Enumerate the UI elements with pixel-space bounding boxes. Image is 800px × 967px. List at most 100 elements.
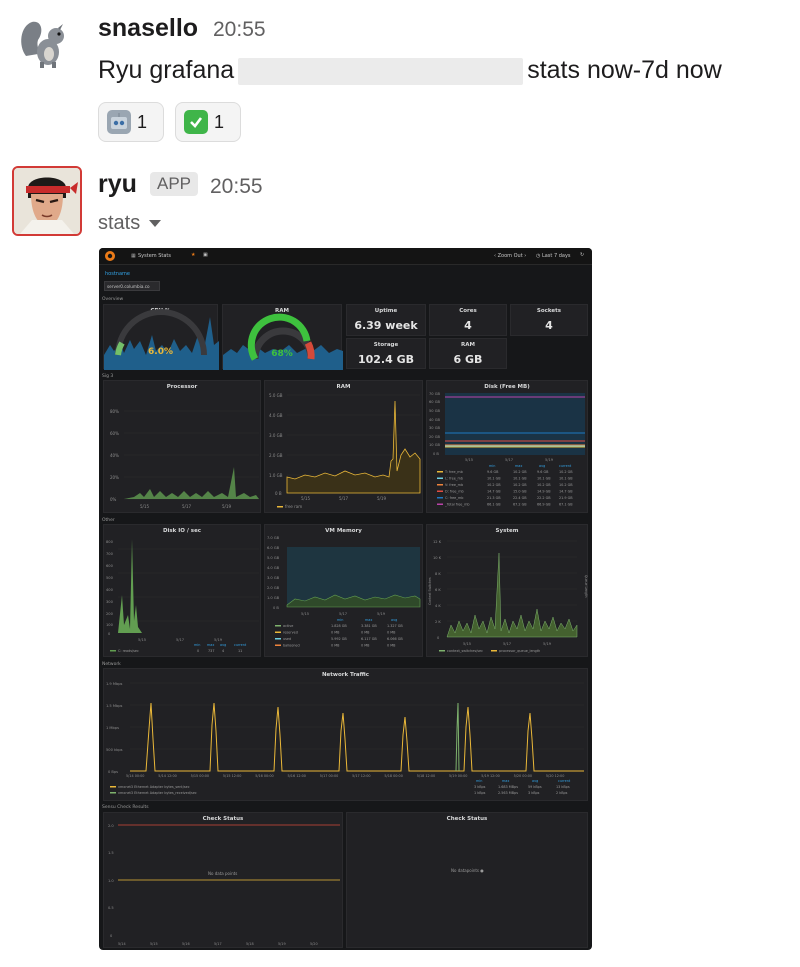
row-header-overview[interactable]: Overview: [102, 297, 123, 302]
legend-value: 10.1 GB: [487, 477, 501, 481]
panel-system[interactable]: System 12 K 10 K 8 K 6 K 4 K 2 K 0 5/15 …: [426, 524, 588, 657]
zoom-out-button[interactable]: ‹ Zoom Out ›: [494, 253, 526, 259]
legend-value: 1.327 GB: [387, 624, 403, 628]
legend-value: 10.2 GB: [513, 483, 527, 487]
system-graph: 12 K 10 K 8 K 6 K 4 K 2 K 0 5/15 5/17 5/…: [428, 540, 588, 653]
svg-text:11: 11: [238, 649, 242, 653]
svg-text:0 B: 0 B: [433, 452, 439, 456]
time-range-picker[interactable]: ◷ Last 7 days: [536, 253, 571, 259]
panel-uptime[interactable]: Uptime 6.39 week: [346, 304, 426, 336]
svg-text:80%: 80%: [110, 409, 119, 414]
legend-swatch: [437, 497, 443, 499]
robot-emoji-icon: [107, 110, 131, 134]
svg-text:avg: avg: [391, 618, 397, 622]
x-tick-label: 5/15 12:00: [223, 774, 241, 778]
star-icon[interactable]: ★: [191, 252, 195, 258]
legend-series-name: reserved: [283, 631, 298, 635]
message-timestamp[interactable]: 20:55: [213, 18, 266, 42]
svg-text:min: min: [337, 618, 343, 622]
legend-value: 2.563 MBps: [498, 791, 518, 795]
refresh-icon[interactable]: ↻: [580, 252, 584, 258]
svg-text:avg: avg: [220, 643, 226, 647]
panel-network-traffic[interactable]: Network Traffic 1.9 Mbps 1.5 Mbps 1 Mbps…: [103, 668, 588, 801]
legend-value: 3.381 GB: [361, 624, 377, 628]
uptime-value: 6.39 week: [354, 319, 418, 332]
panel-vm-memory[interactable]: VM Memory 7.0 GB 6.0 GB 5.0 GB 4.0 GB 3.…: [264, 524, 423, 657]
svg-text:min: min: [476, 779, 482, 783]
reaction-count: 1: [214, 111, 225, 132]
legend-series-name: V: free_mb: [445, 483, 463, 487]
svg-text:60 GB: 60 GB: [429, 400, 441, 404]
variable-label: hostname: [105, 271, 130, 277]
row-header-sig3[interactable]: Sig 3: [102, 374, 113, 379]
grafana-screenshot[interactable]: ▦ System Stats ★ ▣ ‹ Zoom Out › ◷ Last 7…: [99, 248, 592, 950]
x-tick-label: 5/16 00:00: [255, 774, 273, 778]
dashboard-title[interactable]: System Stats: [138, 253, 171, 259]
svg-text:0: 0: [108, 632, 111, 636]
legend-value: 10.1 GB: [513, 477, 527, 481]
row-header-sensu[interactable]: Sensu Check Results: [102, 805, 149, 810]
panel-disk-io[interactable]: Disk IO / sec 800 700 600 500 400 300 20…: [103, 524, 261, 657]
legend-series-name: C: free_mb: [445, 496, 463, 500]
attachment-title[interactable]: stats: [98, 212, 162, 235]
storage-value: 102.4 GB: [357, 353, 415, 366]
x-tick-label: 5/15 00:00: [191, 774, 209, 778]
row-header-network[interactable]: Network: [102, 662, 121, 667]
ram-gauge-value: 68%: [271, 349, 293, 359]
ram-stat-value: 6 GB: [453, 353, 483, 366]
svg-text:5/19: 5/19: [377, 496, 386, 501]
cores-value: 4: [464, 319, 472, 332]
legend-swatch: [110, 792, 116, 794]
message-timestamp[interactable]: 20:55: [210, 175, 263, 199]
legend-value: 0 MB: [387, 644, 396, 648]
svg-text:max: max: [515, 464, 522, 468]
legend-series-name: active: [283, 624, 293, 628]
panel-ram-graph[interactable]: RAM 5.0 GB 4.0 GB 3.0 GB 2.0 GB 1.0 GB 0…: [264, 380, 423, 513]
disk-free-graph: 70 GB 60 GB 50 GB 40 GB 30 GB 20 GB 10 G…: [429, 392, 585, 507]
x-tick-label: 5/18: [246, 942, 254, 946]
legend-value: 0 MB: [331, 644, 340, 648]
svg-text:5/17: 5/17: [503, 642, 511, 646]
legend-value: 1 kBps: [474, 791, 486, 795]
legend-value: 66.9 GB: [537, 503, 551, 507]
legend-value: 9.6 GB: [487, 470, 499, 474]
panel-check-status-graph[interactable]: Check Status 2.0 1.5 1.0 0.5 0 No data p…: [103, 812, 343, 948]
reaction-robot[interactable]: 1: [98, 102, 164, 142]
variable-select[interactable]: server0.columbia.co: [104, 281, 160, 291]
share-icon[interactable]: ▣: [203, 252, 208, 258]
panel-cpu[interactable]: CPU % 6.0%: [103, 304, 219, 370]
sender-name[interactable]: ryu: [98, 170, 137, 199]
x-tick-label: 5/17 00:00: [320, 774, 338, 778]
x-tick-label: 5/19: [278, 942, 286, 946]
reaction-check[interactable]: 1: [175, 102, 241, 142]
panel-ram-stat[interactable]: RAM 6 GB: [429, 338, 507, 369]
svg-text:40%: 40%: [110, 453, 119, 458]
svg-text:0 B: 0 B: [273, 606, 279, 610]
svg-text:50 GB: 50 GB: [429, 409, 441, 413]
legend-swatch: [437, 484, 443, 486]
panel-storage[interactable]: Storage 102.4 GB: [346, 338, 426, 369]
legend-value: 10.1 GB: [559, 477, 573, 481]
svg-text:max: max: [365, 618, 372, 622]
panel-ram-gauge[interactable]: RAM 68%: [222, 304, 343, 370]
svg-text:processor_queue_length: processor_queue_length: [499, 649, 540, 653]
x-tick-label: 5/18 00:00: [384, 774, 402, 778]
panel-sockets[interactable]: Sockets 4: [510, 304, 588, 336]
panel-processor[interactable]: Processor 80% 60% 40% 20% 0% 5/15 5/17 5…: [103, 380, 261, 513]
svg-text:5/17: 5/17: [505, 458, 513, 462]
avatar-snasello[interactable]: [16, 16, 74, 74]
svg-text:max: max: [207, 643, 214, 647]
panel-cores[interactable]: Cores 4: [429, 304, 507, 336]
svg-text:0%: 0%: [110, 497, 117, 502]
avatar-ryu[interactable]: [12, 166, 82, 236]
chevron-down-icon[interactable]: [149, 220, 162, 228]
panel-title: Storage: [373, 342, 399, 348]
svg-text:1 Mbps: 1 Mbps: [106, 726, 119, 730]
row-header-other[interactable]: Other: [102, 518, 115, 523]
panel-disk-free[interactable]: Disk (Free MB) 70 GB 60 GB 50 GB 40 GB 3…: [426, 380, 588, 513]
legend-value: 21.3 GB: [487, 496, 501, 500]
sender-name[interactable]: snasello: [98, 14, 198, 43]
panel-check-status[interactable]: Check Status No datapoints ●: [346, 812, 588, 948]
legend-value: 6.066 GB: [387, 637, 403, 641]
svg-text:5/15: 5/15: [463, 642, 471, 646]
